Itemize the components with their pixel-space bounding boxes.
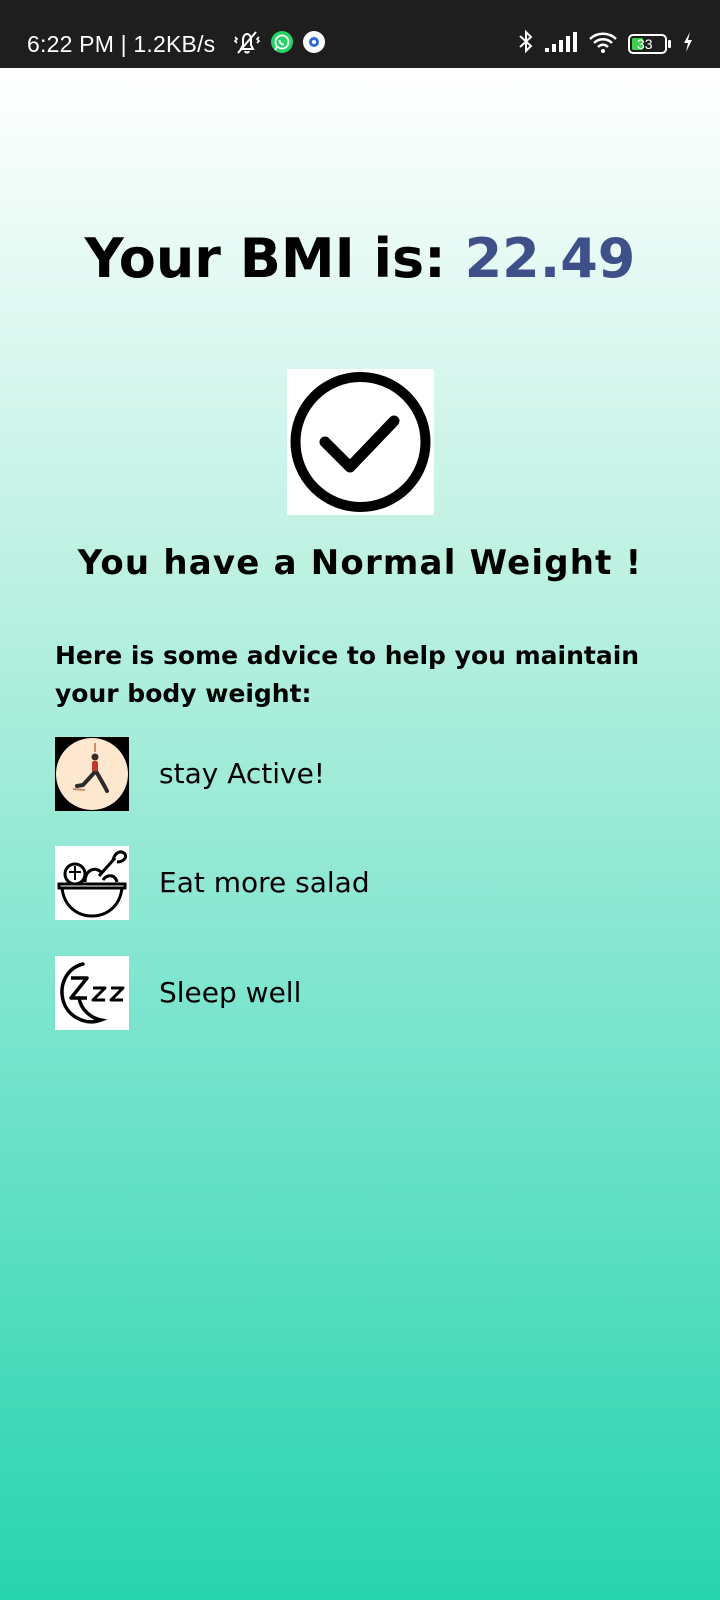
charging-icon — [682, 31, 694, 58]
vibrate-off-icon — [232, 29, 262, 60]
tip-item-sleep-well: Sleep well — [55, 956, 301, 1030]
whatsapp-icon — [270, 30, 294, 59]
advice-intro: Here is some advice to help you maintain… — [55, 641, 640, 708]
bmi-label: Your BMI is: — [84, 227, 465, 290]
tip-text: Sleep well — [159, 976, 302, 1009]
weight-status-text: You have a Normal Weight ! — [77, 543, 643, 583]
bmi-value: 22.49 — [464, 227, 636, 290]
tip-text: stay Active! — [159, 757, 326, 790]
bluetooth-icon — [518, 29, 534, 60]
salad-bowl-icon — [55, 846, 129, 920]
status-icons-right: 33 — [518, 29, 694, 60]
tip-item-stay-active: stay Active! — [55, 737, 325, 811]
tip-item-eat-salad: Eat more salad — [55, 846, 370, 920]
app-notification-icon — [302, 30, 326, 59]
result-screen: Your BMI is: 22.49 You have a Normal Wei… — [0, 68, 720, 1600]
check-circle-icon — [287, 369, 434, 515]
status-icons-left — [232, 30, 326, 58]
battery-level: 33 — [637, 36, 653, 52]
battery-icon: 33 — [628, 33, 672, 55]
tip-text: Eat more salad — [159, 866, 370, 899]
signal-icon — [544, 31, 578, 58]
status-bar: 6:22 PM | 1.2KB/s 33 — [0, 0, 720, 68]
bmi-result-heading: Your BMI is: 22.49 — [0, 227, 720, 291]
status-time: 6:22 PM | 1.2KB/s — [27, 31, 216, 57]
sleep-moon-icon — [55, 956, 129, 1030]
wifi-icon — [588, 30, 618, 59]
yoga-pose-icon — [55, 737, 129, 811]
